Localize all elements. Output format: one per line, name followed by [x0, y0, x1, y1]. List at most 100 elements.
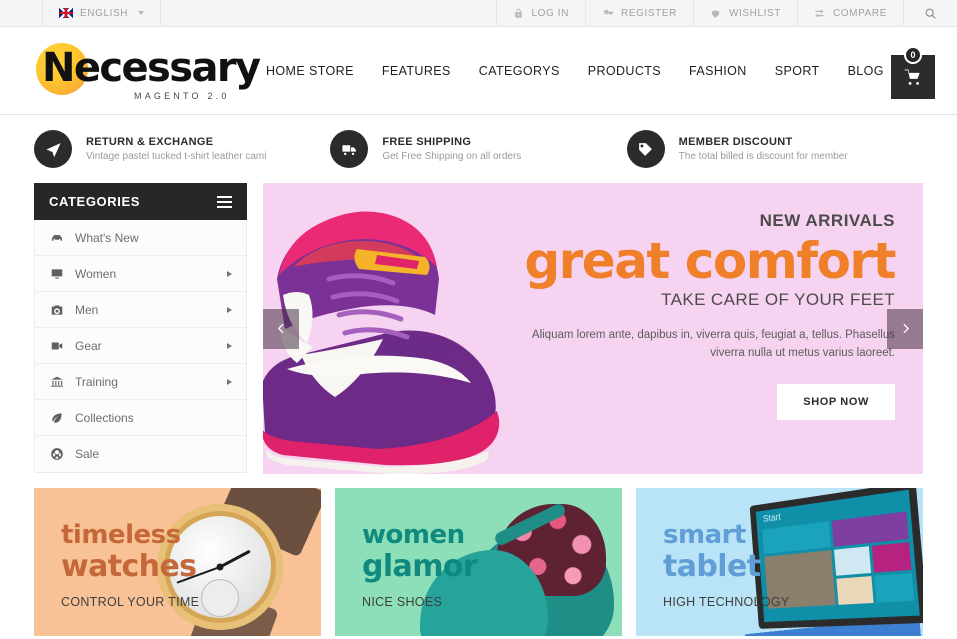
purple-running-shoes-image — [263, 211, 500, 474]
tablet-tile — [874, 572, 915, 603]
service-desc: Vintage pastel tucked t-shirt leather ca… — [86, 151, 267, 162]
sidebar-item-men[interactable]: Men — [35, 292, 246, 328]
heart-icon — [710, 7, 722, 19]
chevron-left-icon — [277, 323, 284, 334]
register-link[interactable]: REGISTER — [585, 0, 694, 26]
hero-banner: NEW ARRIVALS great comfort TAKE CARE OF … — [263, 183, 923, 474]
categories-header[interactable]: CATEGORIES — [34, 183, 247, 220]
chevron-right-icon — [227, 306, 232, 313]
paper-plane-icon — [34, 130, 72, 168]
promo-line1: smart — [663, 520, 746, 550]
teal-floral-shoes-image — [420, 488, 622, 636]
categories-title: CATEGORIES — [49, 194, 140, 209]
promo-line1: timeless — [61, 520, 181, 550]
promo-tiles: timeless watches CONTROL YOUR TIME women… — [0, 474, 957, 636]
service-title: FREE SHIPPING — [382, 136, 472, 148]
service-desc: The total billed is discount for member — [678, 151, 848, 162]
compare-label: COMPARE — [832, 7, 887, 19]
soccer-ball-icon — [49, 447, 64, 461]
nav-item-blog[interactable]: BLOG — [848, 64, 884, 78]
sidebar-item-label: Collections — [75, 410, 134, 425]
sidebar-item-label: Women — [75, 266, 117, 281]
sidebar-item-women[interactable]: Women — [35, 256, 246, 292]
top-bar-left: ENGLISH — [42, 0, 162, 26]
language-selector[interactable]: ENGLISH — [42, 0, 162, 26]
service-desc: Get Free Shipping on all orders — [382, 151, 522, 162]
bank-icon — [49, 375, 64, 389]
wishlist-label: WISHLIST — [728, 7, 781, 19]
search-icon — [925, 8, 936, 19]
watch-center-pin — [216, 563, 224, 571]
chevron-down-icon — [138, 11, 145, 15]
key-icon — [602, 7, 614, 19]
sidebar-item-label: Sale — [75, 447, 100, 461]
sidebar-item-gear[interactable]: Gear — [35, 328, 246, 364]
sidebar-item-label: What's New — [75, 230, 139, 245]
promo-subtitle: CONTROL YOUR TIME — [61, 595, 200, 610]
chevron-right-icon — [227, 270, 232, 277]
logo-text: Necessary — [42, 44, 261, 91]
promo-tile-smart-tablet[interactable]: Start smart tablet HIGH TECHNOLOGY — [636, 488, 923, 636]
nav-item-features[interactable]: FEATURES — [382, 64, 451, 78]
uk-flag-icon — [59, 8, 73, 18]
promo-copy: women glamor NICE SHOES — [362, 520, 478, 610]
hero-kicker: NEW ARRIVALS — [759, 211, 895, 230]
tablet-tile — [831, 511, 909, 547]
leaf-icon — [49, 411, 64, 425]
page-root: ENGLISH LOG IN REGISTER WISHLIST COMPARE… — [0, 0, 957, 639]
categories-sidebar: CATEGORIES What's New Women Men Gear Tra… — [34, 183, 247, 473]
chevron-right-icon — [902, 323, 909, 334]
compare-link[interactable]: COMPARE — [796, 0, 904, 26]
truck-icon — [330, 130, 369, 168]
service-title: RETURN & EXCHANGE — [86, 136, 214, 148]
hamburger-icon[interactable] — [217, 195, 232, 208]
services-bar: RETURN & EXCHANGE Vintage pastel tucked … — [0, 115, 957, 183]
promo-copy: timeless watches CONTROL YOUR TIME — [61, 520, 200, 610]
shop-now-button[interactable]: SHOP NOW — [777, 384, 895, 421]
service-member-discount: MEMBER DISCOUNT The total billed is disc… — [626, 130, 923, 168]
nav-item-products[interactable]: PRODUCTS — [588, 64, 661, 78]
login-link[interactable]: LOG IN — [495, 0, 587, 26]
wishlist-link[interactable]: WISHLIST — [692, 0, 798, 26]
chevron-right-icon — [227, 342, 232, 349]
hero-subtitle: TAKE CARE OF YOUR FEET — [661, 289, 895, 309]
site-logo[interactable]: Necessary MAGENTO 2.0 — [34, 39, 261, 103]
nav-item-categorys[interactable]: CATEGORYS — [479, 64, 560, 78]
promo-tile-women-glamor[interactable]: women glamor NICE SHOES — [335, 488, 622, 636]
promo-line1: women — [362, 520, 465, 550]
nav-item-home-store[interactable]: HOME STORE — [266, 64, 354, 78]
service-title: MEMBER DISCOUNT — [678, 136, 793, 148]
nav-item-fashion[interactable]: FASHION — [689, 64, 747, 78]
compare-icon — [814, 7, 826, 19]
main-content: CATEGORIES What's New Women Men Gear Tra… — [0, 183, 957, 474]
hero-title: great comfort — [524, 232, 896, 290]
sidebar-item-label: Training — [75, 374, 118, 389]
hero-next-button[interactable] — [887, 308, 923, 349]
promo-subtitle: NICE SHOES — [362, 595, 443, 610]
sidebar-item-whats-new[interactable]: What's New — [35, 220, 246, 256]
nav-item-sport[interactable]: SPORT — [775, 64, 820, 78]
watch-subdial — [201, 579, 239, 618]
cart-button[interactable]: 0 — [891, 46, 935, 99]
tablet-tile — [833, 546, 871, 576]
sidebar-item-training[interactable]: Training — [35, 364, 246, 400]
search-button[interactable] — [903, 0, 957, 26]
sidebar-item-collections[interactable]: Collections — [35, 400, 246, 436]
language-label: ENGLISH — [80, 7, 129, 19]
sidebar-item-label: Gear — [75, 338, 102, 353]
register-label: REGISTER — [621, 7, 677, 19]
service-return-exchange: RETURN & EXCHANGE Vintage pastel tucked … — [34, 130, 330, 168]
monitor-icon — [49, 267, 64, 281]
chevron-right-icon — [227, 378, 232, 385]
camera-icon — [49, 303, 64, 317]
sidebar-item-sale[interactable]: Sale — [35, 436, 246, 472]
hero-prev-button[interactable] — [263, 308, 299, 349]
logo-subtitle: MAGENTO 2.0 — [134, 90, 230, 101]
promo-tile-watches[interactable]: timeless watches CONTROL YOUR TIME — [34, 488, 321, 636]
shopping-cart-icon — [904, 69, 920, 85]
cart-count-badge: 0 — [904, 46, 922, 64]
promo-subtitle: HIGH TECHNOLOGY — [663, 595, 790, 610]
main-navigation: HOME STORE FEATURES CATEGORYS PRODUCTS F… — [266, 64, 884, 78]
hero-description: Aliquam lorem ante, dapibus in, viverra … — [531, 328, 895, 359]
tablet-tile — [871, 542, 912, 573]
